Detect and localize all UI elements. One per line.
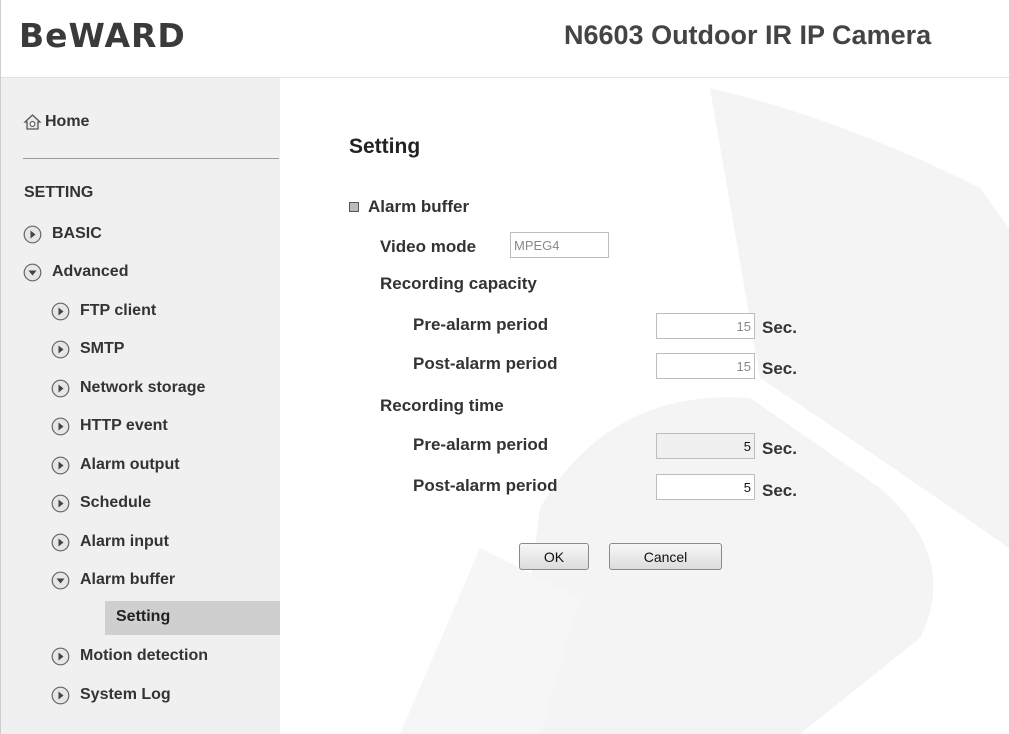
arrow-down-bullet-icon [51, 571, 70, 589]
sidebar-item-alarm-output[interactable]: Alarm output [51, 453, 180, 477]
arrow-right-bullet-icon [51, 379, 70, 397]
cancel-button[interactable]: Cancel [609, 543, 722, 570]
sidebar-item-advanced[interactable]: Advanced [23, 260, 128, 284]
arrow-right-bullet-icon [51, 417, 70, 435]
beward-logo: BeWARD [19, 16, 186, 55]
sidebar-item-motion-detection[interactable]: Motion detection [51, 644, 208, 668]
sidebar-item-label: SMTP [80, 340, 125, 357]
time-pre-alarm-label: Pre-alarm period [413, 435, 549, 454]
recording-capacity-label: Recording capacity [380, 274, 537, 293]
time-post-alarm-label: Post-alarm period [413, 476, 558, 495]
sidebar-item-system-log[interactable]: System Log [51, 683, 171, 707]
square-bullet-icon [349, 202, 359, 212]
arrow-right-bullet-icon [51, 302, 70, 320]
page-title: Setting [349, 135, 421, 158]
camera-model-title: N6603 Outdoor IR IP Camera [564, 20, 932, 50]
sidebar-item-network-storage[interactable]: Network storage [51, 376, 205, 400]
arrow-right-bullet-icon [51, 340, 70, 358]
page-header: BeWARD N6603 Outdoor IR IP Camera [1, 0, 1009, 78]
sidebar-item-label: FTP client [80, 302, 157, 319]
arrow-right-bullet-icon [23, 225, 42, 243]
capacity-post-alarm-label: Post-alarm period [413, 354, 558, 373]
home-label: Home [45, 112, 90, 130]
arrow-right-bullet-icon [51, 647, 70, 665]
sidebar-item-ftp-client[interactable]: FTP client [51, 299, 156, 323]
ok-button[interactable]: OK [519, 543, 589, 570]
sidebar-item-label: BASIC [52, 225, 102, 242]
sidebar-item-label: Network storage [80, 379, 206, 396]
arrow-right-bullet-icon [51, 494, 70, 512]
sidebar-item-http-event[interactable]: HTTP event [51, 414, 168, 438]
sidebar-item-setting-selected[interactable]: Setting [105, 601, 280, 635]
section-title-label: Alarm buffer [368, 197, 470, 216]
capacity-pre-alarm-label: Pre-alarm period [413, 315, 549, 334]
video-mode-label: Video mode [380, 237, 477, 256]
time-pre-alarm-input[interactable] [656, 433, 755, 459]
video-mode-field[interactable] [510, 232, 609, 258]
sidebar-item-label: Alarm buffer [80, 571, 176, 588]
sidebar-item-label: Alarm output [80, 456, 180, 473]
capacity-post-alarm-input[interactable] [656, 353, 755, 379]
arrow-right-bullet-icon [51, 533, 70, 551]
sidebar-item-label: Setting [116, 608, 171, 625]
sidebar: Home SETTING BASIC Advanced FTP client S… [1, 78, 280, 734]
sidebar-item-label: Schedule [80, 494, 152, 511]
alarm-buffer-section-title: Alarm buffer [349, 197, 469, 217]
arrow-right-bullet-icon [51, 686, 70, 704]
sidebar-item-label: Motion detection [80, 647, 208, 664]
sidebar-item-label: System Log [80, 686, 171, 703]
sidebar-item-alarm-buffer[interactable]: Alarm buffer [51, 568, 175, 592]
sidebar-item-basic[interactable]: BASIC [23, 222, 102, 246]
recording-time-label: Recording time [380, 396, 504, 415]
sidebar-item-label: Alarm input [80, 533, 169, 550]
sidebar-divider [23, 158, 279, 159]
capacity-pre-alarm-input[interactable] [656, 313, 755, 339]
sidebar-item-schedule[interactable]: Schedule [51, 491, 151, 515]
time-post-alarm-input[interactable] [656, 474, 755, 500]
home-link[interactable]: Home [23, 112, 89, 131]
sidebar-item-label: Advanced [52, 263, 129, 280]
time-pre-alarm-unit: Sec. [762, 439, 797, 458]
home-icon [23, 114, 42, 130]
sidebar-section-heading: SETTING [24, 184, 94, 201]
sidebar-item-alarm-input[interactable]: Alarm input [51, 530, 169, 554]
arrow-right-bullet-icon [51, 456, 70, 474]
capacity-pre-alarm-unit: Sec. [762, 318, 797, 337]
sidebar-item-smtp[interactable]: SMTP [51, 337, 124, 361]
capacity-post-alarm-unit: Sec. [762, 359, 797, 378]
sidebar-item-label: HTTP event [80, 417, 168, 434]
time-post-alarm-unit: Sec. [762, 481, 797, 500]
arrow-down-bullet-icon [23, 263, 42, 281]
